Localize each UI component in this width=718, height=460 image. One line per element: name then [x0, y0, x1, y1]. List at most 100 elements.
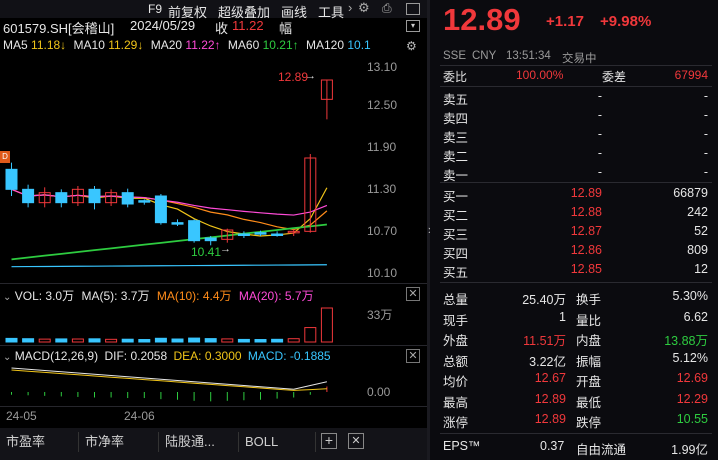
ma5-value: 11.18↓ [31, 38, 67, 52]
menu-gongju[interactable]: 工具 [318, 2, 344, 21]
macd-tick: 0.00 [367, 385, 391, 399]
candlestick-plot[interactable] [0, 56, 360, 280]
expand-icon[interactable]: ▾ [406, 20, 420, 32]
ask-row[interactable]: 卖一 - - [430, 164, 718, 183]
tab-pb-ratio[interactable]: 市净率 [85, 431, 124, 453]
chart-date: 2024/05/29 [130, 18, 196, 33]
close-macd-pane-icon[interactable]: ✕ [406, 349, 420, 363]
candle-body[interactable] [171, 222, 184, 225]
ask-price: - [597, 108, 602, 122]
tab-pe-ratio[interactable]: 市盈率 [6, 431, 45, 453]
x-axis-label: 24-06 [124, 409, 155, 423]
f9-button[interactable]: F9 [148, 2, 162, 16]
float-value: 1.99亿 [671, 443, 708, 457]
volume-bar [237, 338, 250, 343]
macd-plot[interactable] [0, 364, 360, 406]
close-volume-pane-icon[interactable]: ✕ [406, 287, 420, 301]
ask-level-label: 卖三 [443, 131, 469, 145]
weicha-value: 67994 [674, 68, 708, 82]
bid-row[interactable]: 买一 12.89 66879 [430, 185, 718, 204]
candle-body[interactable] [188, 220, 201, 242]
stat-label: 跌停 [576, 416, 602, 430]
stat-value: 11.51万 [523, 334, 566, 348]
ask-row[interactable]: 卖二 - - [430, 145, 718, 164]
print-icon[interactable]: ⎙ [382, 1, 392, 16]
candle-body[interactable] [5, 168, 18, 190]
tab-separator [158, 432, 159, 452]
y-tick: 10.70 [367, 224, 398, 238]
bid-row[interactable]: 买三 12.87 52 [430, 223, 718, 242]
candle-body[interactable] [138, 200, 151, 203]
range-label: 幅 [279, 21, 293, 36]
ma-legend: MA5 11.18↓ MA10 11.29↓ MA20 11.22↑ MA60 … [3, 38, 371, 52]
remove-indicator-icon[interactable]: ✕ [348, 433, 364, 449]
stats-row: 均价 12.67 开盘 12.69 [430, 370, 718, 389]
candle-body[interactable] [55, 192, 68, 204]
ma60-label: MA60 [227, 38, 260, 52]
y-tick: 11.30 [367, 182, 397, 196]
x-axis-label: 24-05 [6, 409, 37, 423]
stats-row: 最高 12.89 最低 12.29 [430, 391, 718, 410]
macd-legend: ⌄ MACD(12,26,9) DIF: 0.2058 DEA: 0.3000 … [3, 349, 331, 363]
stat-label: 振幅 [576, 354, 602, 369]
ask-volume: - [703, 127, 708, 141]
macd-value: MACD: -0.1885 [247, 349, 331, 363]
kline-chart-area[interactable]: F9 前复权 超级叠加 画线 工具 › ⚙ ⎙ 601579.SH[会稽山] 2… [0, 0, 427, 460]
tab-lugutong[interactable]: 陆股通... [165, 431, 215, 453]
candle-body[interactable] [237, 233, 250, 236]
bid-volume: 12 [694, 262, 708, 276]
bid-level-label: 买四 [443, 247, 469, 261]
layout-icon[interactable] [406, 3, 420, 15]
x-axis-line [0, 406, 427, 407]
volume-bar [171, 338, 184, 343]
candle-body[interactable] [271, 233, 284, 236]
candle-body[interactable] [22, 188, 35, 204]
volume-bar [88, 338, 101, 343]
bid-row[interactable]: 买二 12.88 242 [430, 204, 718, 223]
bid-volume: 66879 [673, 186, 708, 200]
ma120-label: MA120 [305, 38, 344, 52]
candle-body[interactable] [154, 195, 167, 224]
gear-icon[interactable]: ⚙ [358, 0, 370, 16]
volume-bar [304, 327, 317, 343]
volume-bar [204, 338, 217, 343]
tab-boll[interactable]: BOLL [245, 431, 278, 453]
stat-value: 12.29 [676, 391, 708, 406]
stat-value: 12.89 [534, 412, 566, 426]
bid-row[interactable]: 买五 12.85 12 [430, 261, 718, 280]
weicha-label: 委差 [602, 70, 627, 84]
candle-body[interactable] [88, 188, 101, 204]
ask-volume: - [703, 89, 708, 103]
settings-icon[interactable]: ⚙ [406, 39, 417, 53]
eps-row: EPS™ 0.37 自由流通 1.99亿 [430, 437, 718, 457]
volume-bar [71, 338, 84, 343]
ask-row[interactable]: 卖五 - - [430, 88, 718, 107]
volume-plot[interactable] [0, 300, 360, 344]
more-chevron-icon[interactable]: › [348, 0, 352, 15]
add-indicator-icon[interactable]: + [321, 433, 337, 449]
divider [440, 433, 712, 434]
last-price: 12.89 [443, 2, 521, 37]
dividend-marker[interactable]: D [0, 151, 10, 163]
candle-body[interactable] [204, 237, 217, 242]
tab-separator [238, 432, 239, 452]
stat-value: 6.62 [683, 309, 708, 324]
candle-body[interactable] [121, 192, 134, 205]
ask-row[interactable]: 卖三 - - [430, 126, 718, 145]
volume-bar [138, 339, 151, 343]
ask-volume: - [703, 146, 708, 160]
currency: CNY [472, 50, 497, 62]
ask-row[interactable]: 卖四 - - [430, 107, 718, 126]
stat-label: 内盘 [576, 334, 602, 348]
bid-row[interactable]: 买四 12.86 809 [430, 242, 718, 261]
bid-level-label: 买一 [443, 190, 469, 204]
dif-line [11, 367, 328, 390]
candle-body[interactable] [254, 232, 267, 235]
bid-level-label: 买五 [443, 266, 469, 280]
ma20-label: MA20 [150, 38, 183, 52]
collapse-chevron-icon[interactable]: ⌄ [3, 352, 11, 363]
ma10-label: MA10 [73, 38, 105, 52]
pane-divider [0, 283, 427, 284]
bid-volume: 242 [687, 205, 708, 219]
stat-label: 总量 [443, 293, 469, 307]
